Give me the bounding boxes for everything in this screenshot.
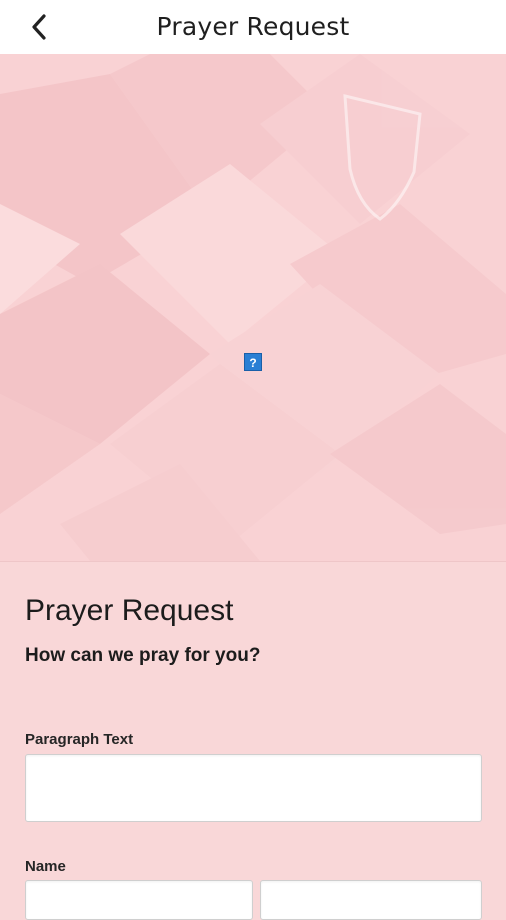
page-title: Prayer Request [156, 12, 350, 41]
form-subtitle: How can we pray for you? [25, 645, 261, 666]
form-title: Prayer Request [25, 594, 234, 627]
paragraph-text-label: Paragraph Text [25, 731, 134, 748]
name-label: Name [25, 858, 66, 875]
hero-banner-image: ? [0, 54, 506, 562]
broken-image-icon: ? [244, 353, 262, 371]
last-name-field[interactable] [260, 880, 482, 920]
first-name-field[interactable] [25, 880, 253, 920]
app-header: Prayer Request [0, 0, 506, 55]
paragraph-text-field[interactable] [25, 754, 482, 822]
